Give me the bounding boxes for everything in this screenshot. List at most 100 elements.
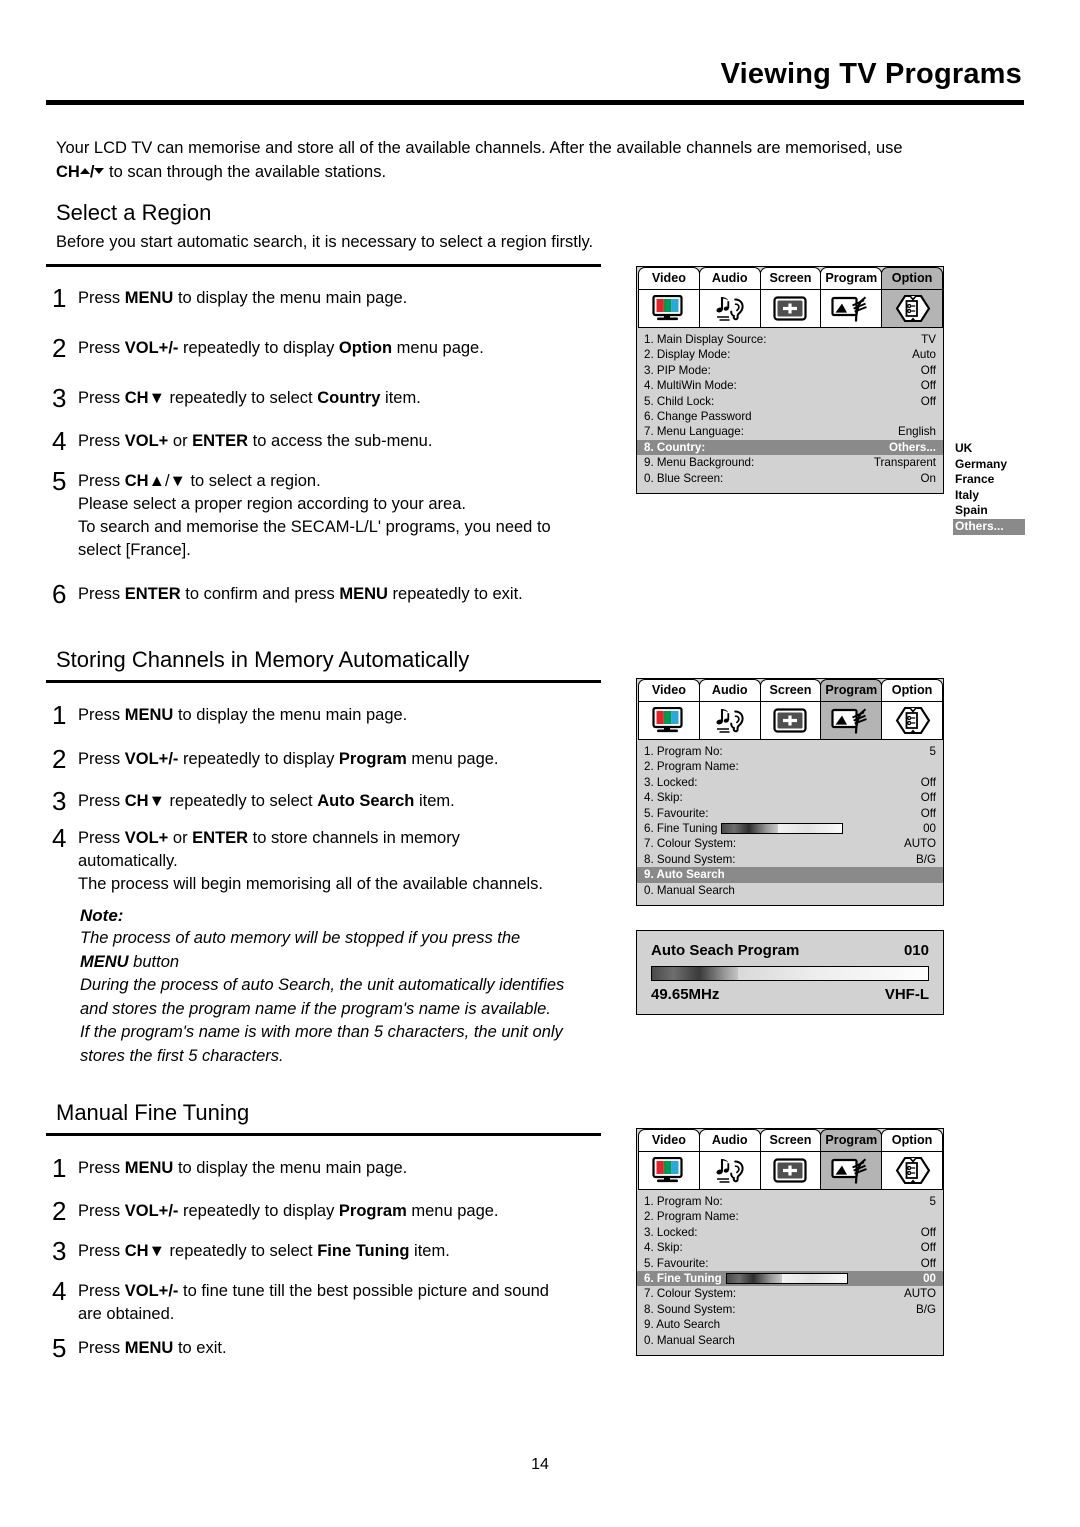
osd-row-list[interactable]: 1. Main Display Source: TV 2. Display Mode… — [637, 328, 943, 493]
audio-note-ear-icon[interactable] — [698, 289, 761, 328]
osd-row[interactable]: 8. Sound System: B/G — [644, 852, 936, 867]
osd-option-menu[interactable]: Video Audio Screen Program Option 1. Mai… — [636, 266, 944, 494]
osd-row-selected[interactable]: 9. Auto Search — [637, 867, 943, 883]
step-text: Press CH▼ repeatedly to select Fine Tuni… — [78, 1242, 450, 1260]
osd-row[interactable]: 6. Change Password — [644, 409, 936, 424]
osd-tab-program[interactable]: Program — [820, 267, 883, 290]
option-list-icon — [895, 706, 931, 735]
osd-tab-bar[interactable]: Video Audio Screen Program Option — [637, 679, 943, 702]
step-text: Press CH▲/▼ to select a region. Please s… — [78, 472, 551, 559]
audio-note-ear-icon[interactable] — [698, 701, 761, 740]
osd-row[interactable]: 8. Sound System: B/G — [644, 1302, 936, 1317]
antenna-tv-icon[interactable] — [820, 701, 883, 740]
osd-tab-bar[interactable]: Video Audio Screen Program Option — [637, 1129, 943, 1152]
osd-tab-video[interactable]: Video — [638, 1129, 700, 1152]
osd-row[interactable]: 1. Program No: 5 — [644, 744, 936, 759]
osd-tab-option[interactable]: Option — [881, 679, 943, 702]
osd-row[interactable]: 2. Program Name: — [644, 1209, 936, 1224]
osd-row[interactable]: 7. Colour System: AUTO — [644, 836, 936, 851]
intro-line-2: CH / to scan through the available statio… — [56, 160, 996, 184]
tv-rgb-icon[interactable] — [638, 701, 700, 740]
section-heading-select-region: Select a Region — [56, 200, 212, 225]
country-option-italy[interactable]: Italy — [953, 488, 1025, 504]
osd-slider[interactable] — [721, 823, 844, 835]
osd-row[interactable]: 6. Fine Tuning 00 — [644, 821, 936, 836]
osd-tab-screen[interactable]: Screen — [759, 1129, 822, 1152]
step-text: Press CH▼ repeatedly to select Auto Sear… — [78, 792, 455, 810]
osd-row[interactable]: 0. Manual Search — [644, 1333, 936, 1348]
note-label: Note: — [80, 906, 124, 925]
step-text: Press VOL+/- to fine tune till the best … — [78, 1282, 549, 1323]
osd-row-list[interactable]: 1. Program No: 5 2. Program Name: 3. Locked… — [637, 1190, 943, 1355]
osd-program-menu-auto-search[interactable]: Video Audio Screen Program Option 1. Pro… — [636, 678, 944, 906]
osd-tab-video[interactable]: Video — [638, 679, 700, 702]
osd-tab-option[interactable]: Option — [881, 267, 943, 290]
osd-row[interactable]: 3. Locked: Off — [644, 775, 936, 790]
osd-row[interactable]: 4. Skip: Off — [644, 1240, 936, 1255]
osd-row-label: 3. Locked: — [644, 1225, 698, 1239]
country-submenu[interactable]: UK Germany France Italy Spain Others... — [953, 441, 1025, 535]
option-list-icon[interactable] — [881, 289, 943, 328]
osd-row-list[interactable]: 1. Program No: 5 2. Program Name: 3. Locked… — [637, 740, 943, 905]
osd-row[interactable]: 0. Blue Screen: On — [644, 471, 936, 486]
country-option-others[interactable]: Others... — [953, 518, 1025, 535]
osd-row[interactable]: 3. Locked: Off — [644, 1225, 936, 1240]
osd-tab-option[interactable]: Option — [881, 1129, 943, 1152]
osd-row-selected[interactable]: 6. Fine Tuning 00 — [637, 1270, 943, 1287]
osd-row[interactable]: 1. Program No: 5 — [644, 1194, 936, 1209]
osd-row[interactable]: 5. Favourite: Off — [644, 806, 936, 821]
osd-tab-screen[interactable]: Screen — [759, 679, 822, 702]
osd-tab-audio[interactable]: Audio — [698, 1129, 761, 1152]
country-option-uk[interactable]: UK — [953, 441, 1025, 457]
screen-crosshair-icon[interactable] — [759, 1151, 822, 1190]
osd-row-value: Off — [920, 1225, 936, 1239]
osd-row[interactable]: 9. Menu Background: Transparent — [644, 455, 936, 470]
step-number: 4 — [52, 823, 67, 853]
osd-row-label: 5. Favourite: — [644, 1256, 709, 1270]
osd-tab-screen[interactable]: Screen — [759, 267, 822, 290]
osd-row[interactable]: 1. Main Display Source: TV — [644, 332, 936, 347]
osd-row[interactable]: 7. Colour System: AUTO — [644, 1286, 936, 1301]
osd-row[interactable]: 2. Display Mode: Auto — [644, 347, 936, 362]
osd-tab-audio[interactable]: Audio — [698, 679, 761, 702]
audio-note-ear-icon[interactable] — [698, 1151, 761, 1190]
auto-search-program-number: 010 — [903, 942, 929, 959]
osd-slider[interactable] — [725, 1273, 848, 1285]
osd-row[interactable]: 4. Skip: Off — [644, 790, 936, 805]
option-list-icon[interactable] — [881, 1151, 943, 1190]
osd-tab-video[interactable]: Video — [638, 267, 700, 290]
option-list-icon[interactable] — [881, 701, 943, 740]
tv-rgb-icon[interactable] — [638, 1151, 700, 1190]
screen-crosshair-icon[interactable] — [759, 701, 822, 740]
country-option-spain[interactable]: Spain — [953, 503, 1025, 519]
osd-icon-bar[interactable] — [637, 289, 943, 328]
osd-program-menu-fine-tuning[interactable]: Video Audio Screen Program Option 1. Pro… — [636, 1128, 944, 1356]
osd-icon-bar[interactable] — [637, 701, 943, 740]
osd-row[interactable]: 9. Auto Search — [644, 1317, 936, 1332]
osd-tab-program[interactable]: Program — [820, 679, 883, 702]
osd-row[interactable]: 4. MultiWin Mode: Off — [644, 378, 936, 393]
tv-rgb-icon[interactable] — [638, 289, 700, 328]
antenna-tv-icon[interactable] — [820, 289, 883, 328]
osd-row-label: 4. Skip: — [644, 791, 683, 805]
osd-row-selected[interactable]: 8. Country: Others... — [637, 439, 943, 456]
antenna-tv-icon[interactable] — [820, 1151, 883, 1190]
osd-row[interactable]: 3. PIP Mode: Off — [644, 363, 936, 378]
osd-row[interactable]: 0. Manual Search — [644, 883, 936, 898]
osd-tab-bar[interactable]: Video Audio Screen Program Option — [637, 267, 943, 290]
osd-row[interactable]: 5. Favourite: Off — [644, 1256, 936, 1271]
osd-row-value: On — [920, 471, 936, 485]
country-option-france[interactable]: France — [953, 472, 1025, 488]
step-3-1: 1 Press MENU to display the menu main pa… — [52, 1155, 612, 1181]
osd-icon-bar[interactable] — [637, 1151, 943, 1190]
osd-row[interactable]: 5. Child Lock: Off — [644, 394, 936, 409]
screen-crosshair-icon[interactable] — [759, 289, 822, 328]
osd-tab-audio[interactable]: Audio — [698, 267, 761, 290]
country-option-germany[interactable]: Germany — [953, 457, 1025, 473]
osd-row-value: Off — [920, 1256, 936, 1270]
osd-row[interactable]: 7. Menu Language: English — [644, 424, 936, 439]
auto-search-footer: 49.65MHz VHF-L — [651, 985, 929, 1005]
osd-tab-program[interactable]: Program — [820, 1129, 883, 1152]
section-divider-3 — [46, 1133, 601, 1136]
osd-row[interactable]: 2. Program Name: — [644, 759, 936, 774]
